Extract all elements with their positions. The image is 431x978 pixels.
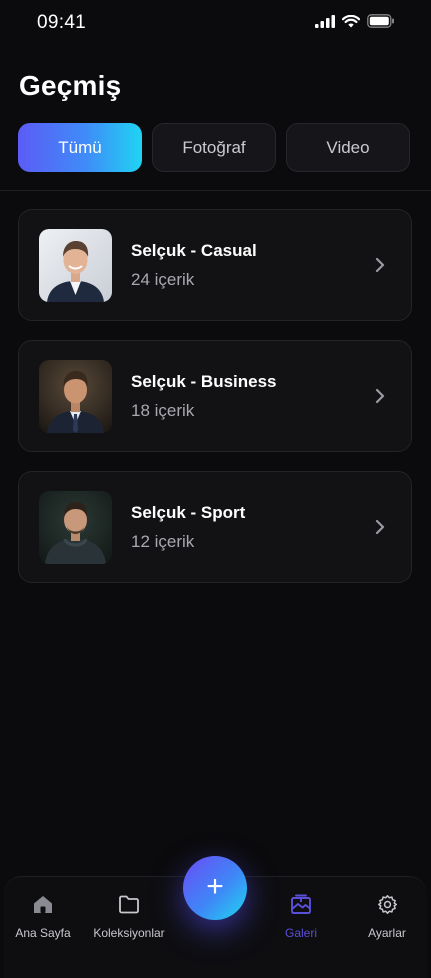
filter-tabs: Tümü Fotoğraf Video xyxy=(18,123,410,172)
nav-home[interactable]: Ana Sayfa xyxy=(0,893,91,940)
nav-collections[interactable]: Koleksiyonlar xyxy=(81,893,177,940)
gallery-icon xyxy=(290,893,312,915)
nav-gallery[interactable]: Galeri xyxy=(253,893,349,940)
album-count: 12 içerik xyxy=(131,532,195,551)
nav-label: Ana Sayfa xyxy=(15,926,71,940)
album-name: Selçuk - Business xyxy=(131,372,277,391)
wifi-icon xyxy=(342,14,360,28)
signal-icon xyxy=(315,14,335,28)
album-thumbnail-casual xyxy=(39,229,112,302)
battery-icon xyxy=(367,14,395,28)
album-card-sport[interactable]: Selçuk - Sport 12 içerik xyxy=(18,471,412,583)
album-name: Selçuk - Casual xyxy=(131,241,257,260)
folder-icon xyxy=(118,893,140,915)
page-title: Geçmiş xyxy=(19,70,122,101)
home-icon xyxy=(32,893,54,915)
tab-all[interactable]: Tümü xyxy=(18,123,142,172)
nav-label: Galeri xyxy=(284,926,317,940)
status-icons xyxy=(315,14,395,28)
gear-icon xyxy=(376,893,398,915)
chevron-right-icon xyxy=(375,388,385,404)
album-count: 18 içerik xyxy=(131,401,195,420)
tab-photo[interactable]: Fotoğraf xyxy=(152,123,276,172)
add-button[interactable]: + xyxy=(183,856,247,920)
album-card-casual[interactable]: Selçuk - Casual 24 içerik xyxy=(18,209,412,321)
album-list: Selçuk - Casual 24 içerik Selçuk - Busin… xyxy=(18,209,412,602)
status-bar: 09:41 xyxy=(0,0,431,46)
history-screen: 09:41 Geçmiş Tümü Fotoğraf Video Selçuk … xyxy=(0,0,431,978)
album-thumbnail-sport xyxy=(39,491,112,564)
header-divider xyxy=(0,190,431,191)
nav-label: Ayarlar xyxy=(368,926,406,940)
plus-icon: + xyxy=(206,870,224,903)
tab-video[interactable]: Video xyxy=(286,123,410,172)
nav-label: Koleksiyonlar xyxy=(93,926,165,940)
chevron-right-icon xyxy=(375,519,385,535)
nav-settings[interactable]: Ayarlar xyxy=(339,893,431,940)
album-card-business[interactable]: Selçuk - Business 18 içerik xyxy=(18,340,412,452)
album-thumbnail-business xyxy=(39,360,112,433)
album-name: Selçuk - Sport xyxy=(131,503,246,522)
chevron-right-icon xyxy=(375,257,385,273)
album-count: 24 içerik xyxy=(131,270,195,289)
status-time: 09:41 xyxy=(37,12,87,33)
